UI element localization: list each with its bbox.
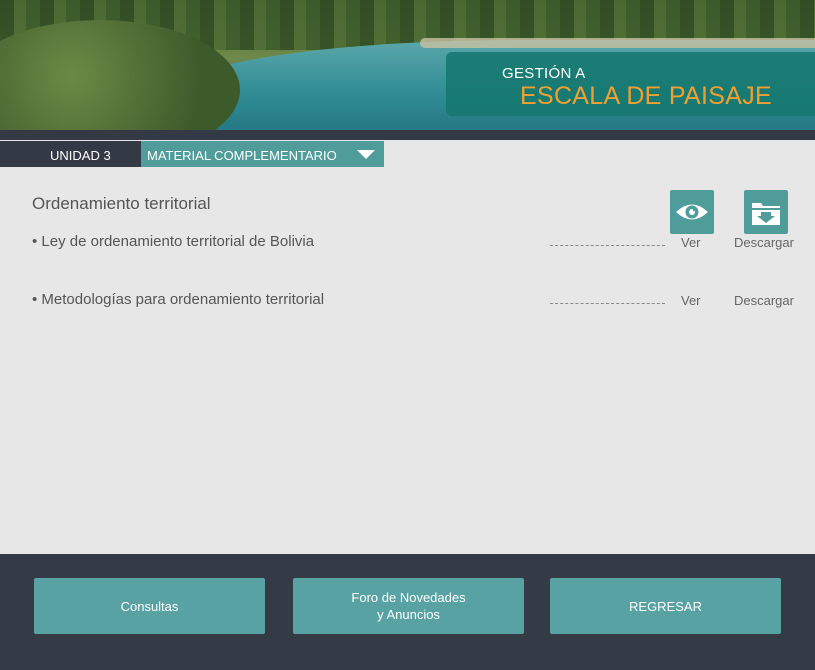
dropdown-label: MATERIAL COMPLEMENTARIO [147,148,337,163]
list-item: • Ley de ordenamiento territorial de Bol… [32,233,315,250]
view-link[interactable]: Ver [681,293,701,308]
dotted-leader [550,303,665,304]
download-button[interactable] [744,190,788,234]
chevron-down-icon [357,150,375,159]
regresar-button[interactable]: REGRESAR [550,578,781,634]
view-button[interactable] [670,190,714,234]
foro-label-line1: Foro de Novedades [351,590,466,605]
eye-icon [676,204,708,220]
foro-button[interactable]: Foro de Novedades y Anuncios [293,578,524,634]
title-line2: ESCALA DE PAISAJE [520,82,772,110]
title-box: GESTIÓN A ESCALA DE PAISAJE [446,52,815,116]
foro-label-line2: y Anuncios [377,607,440,622]
download-link[interactable]: Descargar [734,293,794,308]
download-link[interactable]: Descargar [734,235,794,250]
section-title: Ordenamiento territorial [32,194,211,213]
download-icon [752,203,780,225]
view-link[interactable]: Ver [681,235,701,250]
title-line1: GESTIÓN A [502,65,586,82]
banner-shore [420,38,815,48]
material-dropdown[interactable]: MATERIAL COMPLEMENTARIO [141,141,384,167]
unit-label: UNIDAD 3 [50,148,111,163]
header-banner: GESTIÓN A ESCALA DE PAISAJE [0,0,815,130]
list-item: • Metodologías para ordenamiento territo… [32,291,325,308]
consultas-button[interactable]: Consultas [34,578,265,634]
dotted-leader [550,245,665,246]
